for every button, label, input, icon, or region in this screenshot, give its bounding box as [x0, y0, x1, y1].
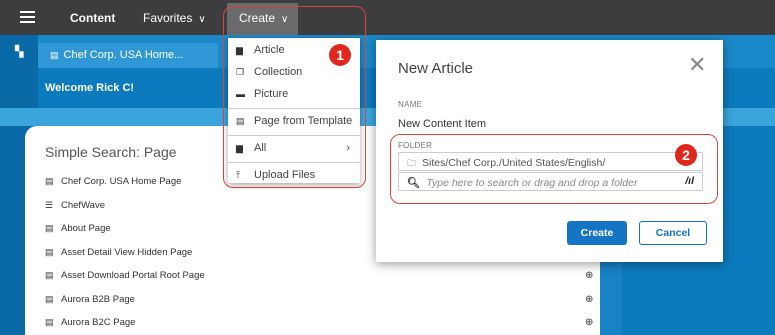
list-item[interactable]: ▤ Aurora B2B Page ⊕: [45, 293, 593, 318]
list-item[interactable]: ☰ ChefWave: [45, 200, 205, 224]
nav-favorites[interactable]: Favorites ∨: [143, 11, 206, 25]
list-item-label: Asset Detail View Hidden Page: [61, 246, 193, 258]
close-icon[interactable]: ✕: [688, 54, 706, 76]
list-item-label: Aurora B2C Page: [61, 317, 136, 328]
page-icon: ▤: [45, 317, 54, 327]
list-item-label: Asset Download Portal Root Page: [61, 270, 205, 281]
list-item[interactable]: ▤ Aurora B2C Page ⊕: [45, 317, 593, 335]
chevron-down-icon: ∨: [198, 14, 206, 25]
tab-home-label: Chef Corp. USA Home...: [63, 49, 184, 61]
page-icon: ▤: [45, 270, 54, 280]
callout-badge-2: 2: [675, 144, 697, 166]
tab-home[interactable]: ▤ Chef Corp. USA Home...: [38, 43, 218, 68]
globe-icon: ⊕: [585, 293, 594, 305]
dialog-title: New Article: [398, 60, 474, 77]
nav-content[interactable]: Content: [70, 11, 115, 25]
name-field[interactable]: New Content Item: [398, 118, 486, 130]
list-item-label: ChefWave: [61, 199, 105, 211]
create-button[interactable]: Create: [567, 221, 627, 245]
globe-icon: ⊕: [585, 270, 594, 281]
dashboard-icon[interactable]: ▚: [15, 47, 25, 58]
name-label: NAME: [398, 100, 423, 109]
globe-icon: ⊕: [585, 317, 594, 328]
page-icon: ▤: [45, 176, 54, 186]
page-icon: ▤: [45, 223, 54, 233]
list-item-label: Chef Corp. USA Home Page: [61, 176, 182, 187]
scrollbar[interactable]: [600, 256, 622, 335]
results-list: ▤ Chef Corp. USA Home Page ☰ ChefWave ▤ About…: [45, 176, 593, 335]
page-icon: ▤: [50, 50, 59, 60]
highlight-create-menu: [223, 6, 366, 188]
list-item-label: Aurora B2B Page: [61, 293, 135, 305]
cancel-button[interactable]: Cancel: [639, 221, 707, 245]
list-item[interactable]: ▤ About Page: [45, 223, 205, 247]
list-icon: ☰: [45, 199, 54, 210]
page-icon: ▤: [45, 293, 54, 304]
callout-badge-1: 1: [329, 44, 351, 66]
page-icon: ▤: [45, 246, 54, 257]
list-item[interactable]: ▤ Chef Corp. USA Home Page: [45, 176, 205, 200]
list-item[interactable]: ▤ Asset Download Portal Root Page ⊕: [45, 270, 593, 294]
highlight-folder-field: [390, 134, 718, 204]
list-item[interactable]: ▤ Asset Detail View Hidden Page: [45, 247, 205, 271]
nav-favorites-label: Favorites: [143, 11, 193, 25]
welcome-text: Welcome Rick C!: [45, 82, 135, 94]
list-item-label: About Page: [61, 223, 111, 234]
top-bar: [0, 0, 775, 35]
panel-title: Simple Search: Page: [45, 144, 177, 160]
hamburger-menu-icon[interactable]: [20, 11, 35, 23]
